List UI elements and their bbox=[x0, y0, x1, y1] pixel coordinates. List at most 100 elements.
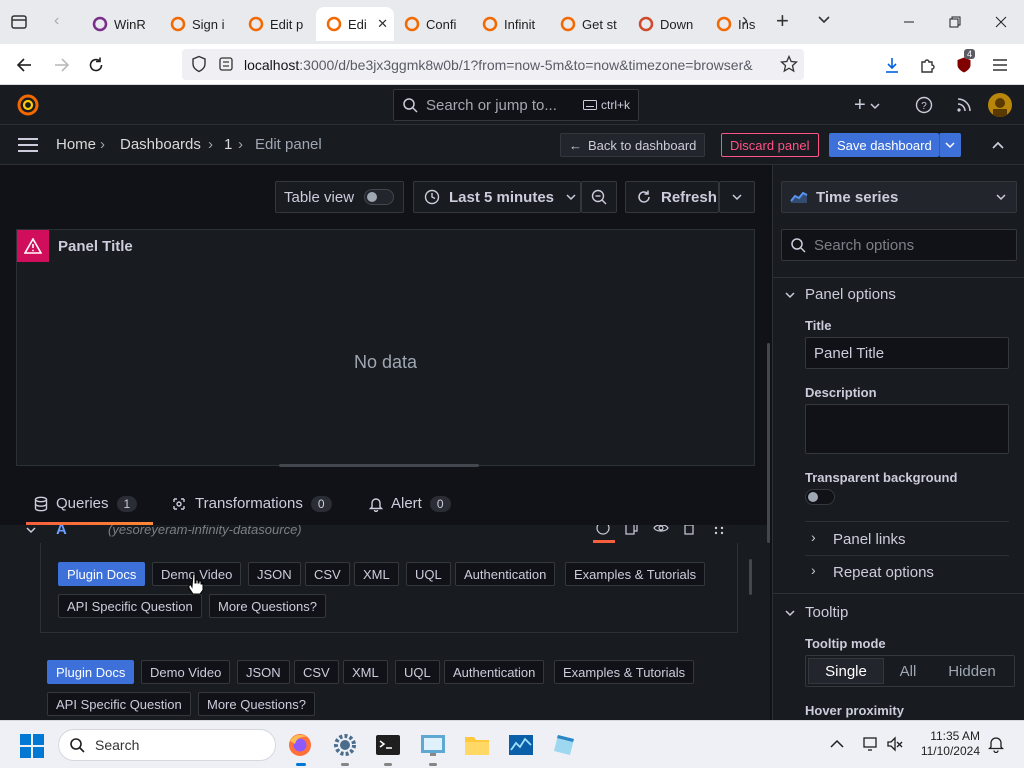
minimize-button[interactable] bbox=[886, 0, 932, 44]
demo-video-link[interactable]: Demo Video bbox=[141, 660, 231, 684]
more-questions-link[interactable]: More Questions? bbox=[198, 692, 315, 716]
query-ref-id[interactable]: A bbox=[56, 525, 67, 538]
downloads-icon[interactable] bbox=[880, 53, 904, 77]
panel-options-chevron-icon[interactable] bbox=[785, 290, 795, 300]
terminal-icon[interactable] bbox=[374, 731, 402, 759]
title-input[interactable]: Panel Title bbox=[805, 337, 1009, 369]
save-dashboard-dropdown-button[interactable] bbox=[939, 133, 961, 157]
plugin-docs-link[interactable]: Plugin Docs bbox=[47, 660, 135, 684]
drag-handle-icon[interactable] bbox=[714, 525, 724, 535]
file-explorer-icon[interactable] bbox=[463, 731, 491, 759]
help-icon[interactable]: ? bbox=[915, 96, 933, 114]
app-menu-hamburger-icon[interactable] bbox=[988, 53, 1012, 77]
examples-tutorials-link[interactable]: Examples & Tutorials bbox=[565, 562, 706, 586]
performance-monitor-icon[interactable] bbox=[507, 731, 535, 759]
control-panel-icon[interactable] bbox=[419, 731, 447, 759]
authentication-link[interactable]: Authentication bbox=[455, 562, 556, 586]
query-help-icon[interactable] bbox=[596, 525, 610, 535]
browser-tab[interactable]: Edi ✕ bbox=[316, 7, 394, 41]
description-textarea[interactable] bbox=[805, 404, 1009, 454]
browser-tab[interactable]: WinR bbox=[82, 7, 160, 41]
collapse-toolbar-chevron-up-icon[interactable] bbox=[991, 139, 1005, 151]
repeat-options-header[interactable]: Repeat options bbox=[833, 564, 934, 581]
close-window-button[interactable] bbox=[978, 0, 1024, 44]
notepad-icon[interactable] bbox=[551, 731, 579, 759]
tab-overflow-chevron-icon[interactable] bbox=[816, 12, 832, 28]
grafana-logo-icon[interactable] bbox=[16, 93, 40, 117]
grafana-search-bar[interactable]: Search or jump to... ctrl+k bbox=[393, 89, 639, 121]
back-to-dashboard-button[interactable]: ← Back to dashboard bbox=[560, 133, 706, 157]
settings-gear-icon[interactable] bbox=[331, 731, 359, 759]
network-icon[interactable] bbox=[862, 735, 880, 753]
csv-link[interactable]: CSV bbox=[305, 562, 350, 586]
taskbar-search-box[interactable]: Search bbox=[58, 729, 276, 761]
tab-list-icon[interactable] bbox=[10, 13, 28, 31]
windows-start-icon[interactable] bbox=[18, 732, 46, 760]
save-dashboard-button[interactable]: Save dashboard bbox=[829, 133, 939, 157]
reload-icon[interactable] bbox=[84, 53, 108, 77]
examples-tutorials-link[interactable]: Examples & Tutorials bbox=[554, 660, 695, 684]
tab-queries[interactable]: Queries 1 bbox=[34, 495, 138, 512]
transparent-background-switch[interactable] bbox=[805, 489, 835, 505]
refresh-button[interactable]: Refresh bbox=[625, 181, 719, 213]
tooltip-mode-all[interactable]: All bbox=[884, 663, 932, 680]
add-new-button[interactable]: + bbox=[854, 94, 880, 117]
table-view-toggle[interactable]: Table view bbox=[275, 181, 404, 213]
browser-tab[interactable]: Sign i bbox=[160, 7, 238, 41]
tracking-shield-icon[interactable] bbox=[190, 55, 208, 73]
page-info-icon[interactable] bbox=[218, 56, 234, 72]
browser-tab[interactable]: Down bbox=[628, 7, 706, 41]
json-link[interactable]: JSON bbox=[248, 562, 301, 586]
panel-error-warning-icon[interactable] bbox=[17, 230, 49, 262]
new-tab-button[interactable]: + bbox=[776, 8, 789, 34]
more-questions-link[interactable]: More Questions? bbox=[209, 594, 326, 618]
visualization-picker[interactable]: Time series bbox=[781, 181, 1017, 213]
tooltip-chevron-icon[interactable] bbox=[785, 608, 795, 618]
tooltip-mode-hidden[interactable]: Hidden bbox=[932, 663, 1012, 680]
browser-tab[interactable]: Get st bbox=[550, 7, 628, 41]
notification-bell-icon[interactable] bbox=[988, 735, 1004, 753]
discard-panel-button[interactable]: Discard panel bbox=[721, 133, 819, 157]
delete-query-trash-icon[interactable] bbox=[682, 525, 696, 535]
uql-link[interactable]: UQL bbox=[395, 660, 440, 684]
csv-link[interactable]: CSV bbox=[294, 660, 339, 684]
tooltip-mode-single[interactable]: Single bbox=[808, 658, 884, 684]
browser-tab[interactable]: Edit p bbox=[238, 7, 316, 41]
firefox-icon[interactable] bbox=[286, 731, 314, 759]
tab-transformations[interactable]: Transformations 0 bbox=[171, 495, 332, 512]
browser-tab[interactable]: Infinit bbox=[472, 7, 550, 41]
tab-scroll-left-icon[interactable]: ‹ bbox=[54, 12, 59, 30]
back-arrow-icon[interactable] bbox=[12, 53, 36, 77]
browser-tab[interactable]: Confi bbox=[394, 7, 472, 41]
main-scrollbar[interactable] bbox=[767, 343, 770, 543]
news-feed-icon[interactable] bbox=[955, 96, 973, 114]
time-range-picker[interactable]: Last 5 minutes bbox=[413, 181, 581, 213]
xml-link[interactable]: XML bbox=[343, 660, 388, 684]
api-specific-question-link[interactable]: API Specific Question bbox=[58, 594, 202, 618]
duplicate-query-icon[interactable] bbox=[625, 525, 639, 535]
breadcrumb-dashboards[interactable]: Dashboards bbox=[120, 136, 201, 153]
tab-alert[interactable]: Alert 0 bbox=[369, 495, 451, 512]
volume-muted-icon[interactable] bbox=[886, 735, 904, 753]
refresh-interval-dropdown[interactable] bbox=[719, 181, 755, 213]
authentication-link[interactable]: Authentication bbox=[444, 660, 545, 684]
plugin-docs-link[interactable]: Plugin Docs bbox=[58, 562, 146, 586]
bookmark-star-icon[interactable] bbox=[780, 55, 798, 73]
json-link[interactable]: JSON bbox=[237, 660, 290, 684]
xml-link[interactable]: XML bbox=[354, 562, 399, 586]
panel-resize-splitter[interactable] bbox=[279, 464, 479, 467]
taskbar-clock[interactable]: 11:35 AM 11/10/2024 bbox=[912, 729, 980, 759]
table-view-switch[interactable] bbox=[364, 189, 395, 205]
panel-options-header[interactable]: Panel options bbox=[805, 286, 896, 303]
api-specific-question-link[interactable]: API Specific Question bbox=[47, 692, 191, 716]
tray-chevron-up-icon[interactable] bbox=[830, 739, 844, 749]
tooltip-header[interactable]: Tooltip bbox=[805, 604, 848, 621]
mega-menu-hamburger-icon[interactable] bbox=[18, 138, 38, 152]
restore-button[interactable] bbox=[932, 0, 978, 44]
breadcrumb-dashboard-1[interactable]: 1 bbox=[224, 136, 232, 153]
zoom-out-button[interactable] bbox=[581, 181, 617, 213]
options-search-input[interactable]: Search options bbox=[781, 229, 1017, 261]
user-avatar[interactable] bbox=[988, 93, 1012, 117]
panel-links-header[interactable]: Panel links bbox=[833, 531, 906, 548]
url-field[interactable]: localhost:3000/d/be3jx3ggmk8w0b/1?from=n… bbox=[182, 49, 804, 80]
